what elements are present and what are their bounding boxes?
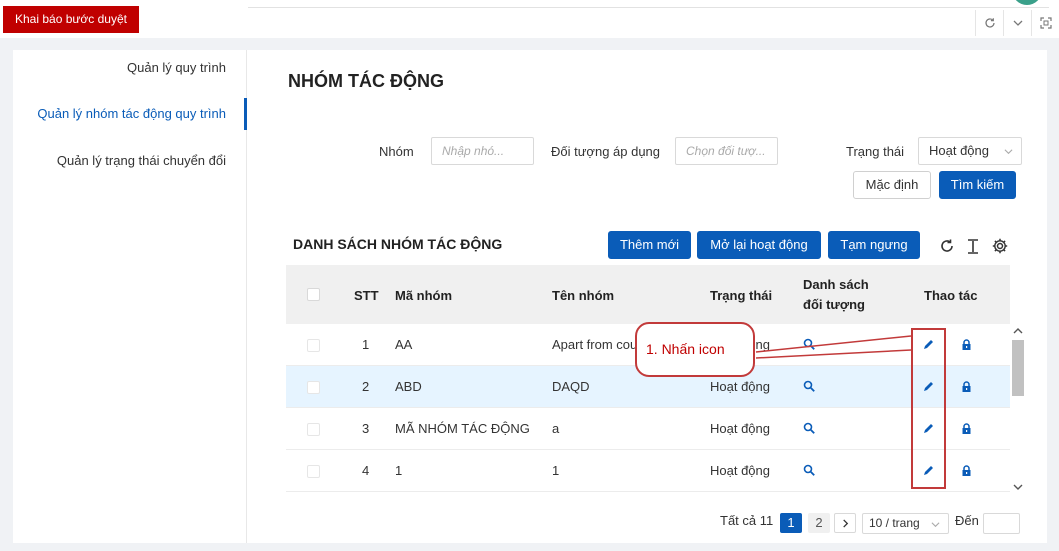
table-header: STT Mã nhóm Tên nhóm Trạng thái Danh sác…: [286, 265, 1010, 324]
reopen-button[interactable]: Mở lại hoạt động: [697, 231, 821, 259]
row-stt: 3: [362, 421, 370, 436]
pager-total: Tất cả 11: [720, 513, 774, 528]
window-controls: [975, 10, 1059, 36]
status-select[interactable]: Hoạt động: [918, 137, 1022, 165]
search-icon[interactable]: [803, 422, 816, 435]
header-actions: Thao tác: [924, 288, 978, 303]
header-code: Mã nhóm: [395, 288, 453, 303]
status-select-value: Hoạt động: [929, 143, 989, 158]
chevron-down-icon: [1004, 149, 1013, 155]
header-stt: STT: [354, 288, 379, 303]
reload-icon[interactable]: [938, 237, 956, 255]
status-label: Trạng thái: [846, 144, 905, 159]
avatar[interactable]: [1012, 0, 1042, 5]
row-code: ABD: [395, 379, 422, 394]
goto-label: Đến: [955, 513, 979, 528]
row-code: AA: [395, 337, 413, 352]
sidebar: Quản lý quy trình Quản lý nhóm tác động …: [13, 50, 247, 543]
top-bar: Khai báo bước duyệt: [0, 0, 1059, 38]
table-row[interactable]: 4 1 1 Hoạt động: [286, 450, 1010, 492]
lock-icon[interactable]: [960, 422, 973, 435]
refresh-icon[interactable]: [975, 10, 1003, 36]
group-label: Nhóm: [379, 144, 414, 159]
breadcrumb[interactable]: Khai báo bước duyệt: [3, 6, 139, 33]
row-checkbox[interactable]: [307, 465, 320, 478]
column-height-icon[interactable]: [964, 237, 982, 255]
settings-gear-icon[interactable]: [991, 237, 1009, 255]
row-status: Hoạt động: [710, 463, 770, 478]
lock-icon[interactable]: [960, 338, 973, 351]
sidebar-item-status-transition[interactable]: Quản lý trạng thái chuyển đổi: [57, 153, 226, 168]
page-title: NHÓM TÁC ĐỘNG: [288, 71, 444, 91]
select-all-checkbox[interactable]: [307, 288, 320, 301]
search-icon[interactable]: [803, 464, 816, 477]
row-name: Apart from cou: [552, 337, 638, 352]
object-select[interactable]: Chọn đối tượ...: [675, 137, 778, 165]
active-indicator: [244, 98, 247, 130]
search-icon[interactable]: [803, 380, 816, 393]
header-name: Tên nhóm: [552, 288, 615, 303]
annotation-text: 1. Nhấn icon: [646, 341, 725, 357]
row-name: 1: [552, 463, 560, 478]
annotation-highlight-frame: [911, 328, 946, 489]
page-size-select[interactable]: 10 / trang: [862, 513, 949, 534]
main-card: Quản lý quy trình Quản lý nhóm tác động …: [13, 50, 1047, 543]
row-stt: 2: [362, 379, 370, 394]
chevron-down-icon: [931, 522, 940, 528]
table-row[interactable]: 3 MÃ NHÓM TÁC ĐỘNG a Hoạt động: [286, 408, 1010, 450]
header-objects-line2: đối tượng: [803, 297, 865, 312]
row-checkbox[interactable]: [307, 381, 320, 394]
chevron-right-icon: [842, 519, 848, 528]
next-page-button[interactable]: [834, 513, 856, 533]
row-code: 1: [395, 463, 403, 478]
group-input[interactable]: Nhập nhó...: [431, 137, 534, 165]
page-2-button[interactable]: 2: [808, 513, 830, 533]
divider: [248, 7, 1049, 8]
page-1-button[interactable]: 1: [780, 513, 802, 533]
scrollbar-thumb[interactable]: [1012, 340, 1024, 396]
row-name: a: [552, 421, 560, 436]
chevron-down-icon[interactable]: [1003, 10, 1031, 36]
chevron-down-icon[interactable]: [1013, 482, 1023, 492]
header-objects-line1: Danh sách: [803, 277, 869, 292]
row-status: Hoạt động: [710, 379, 770, 394]
sidebar-item-process[interactable]: Quản lý quy trình: [127, 60, 226, 75]
fullscreen-icon[interactable]: [1031, 10, 1059, 36]
default-button[interactable]: Mặc định: [853, 171, 931, 199]
lock-icon[interactable]: [960, 464, 973, 477]
suspend-button[interactable]: Tạm ngưng: [828, 231, 920, 259]
search-icon[interactable]: [803, 338, 816, 351]
lock-icon[interactable]: [960, 380, 973, 393]
row-stt: 4: [362, 463, 370, 478]
list-title: DANH SÁCH NHÓM TÁC ĐỘNG: [293, 236, 503, 252]
row-status: Hoạt động: [710, 421, 770, 436]
row-checkbox[interactable]: [307, 423, 320, 436]
row-name: DAQD: [552, 379, 590, 394]
header-status: Trạng thái: [710, 288, 773, 303]
table-scrollbar[interactable]: [1010, 324, 1026, 496]
row-checkbox[interactable]: [307, 339, 320, 352]
row-stt: 1: [362, 337, 370, 352]
search-button[interactable]: Tìm kiếm: [939, 171, 1016, 199]
row-code: MÃ NHÓM TÁC ĐỘNG: [395, 421, 530, 436]
add-button[interactable]: Thêm mới: [608, 231, 691, 259]
goto-page-input[interactable]: [983, 513, 1020, 534]
sidebar-item-action-groups[interactable]: Quản lý nhóm tác động quy trình: [37, 106, 226, 121]
page-size-value: 10 / trang: [869, 516, 920, 530]
chevron-up-icon[interactable]: [1013, 326, 1023, 336]
object-label: Đối tượng áp dụng: [551, 144, 661, 159]
